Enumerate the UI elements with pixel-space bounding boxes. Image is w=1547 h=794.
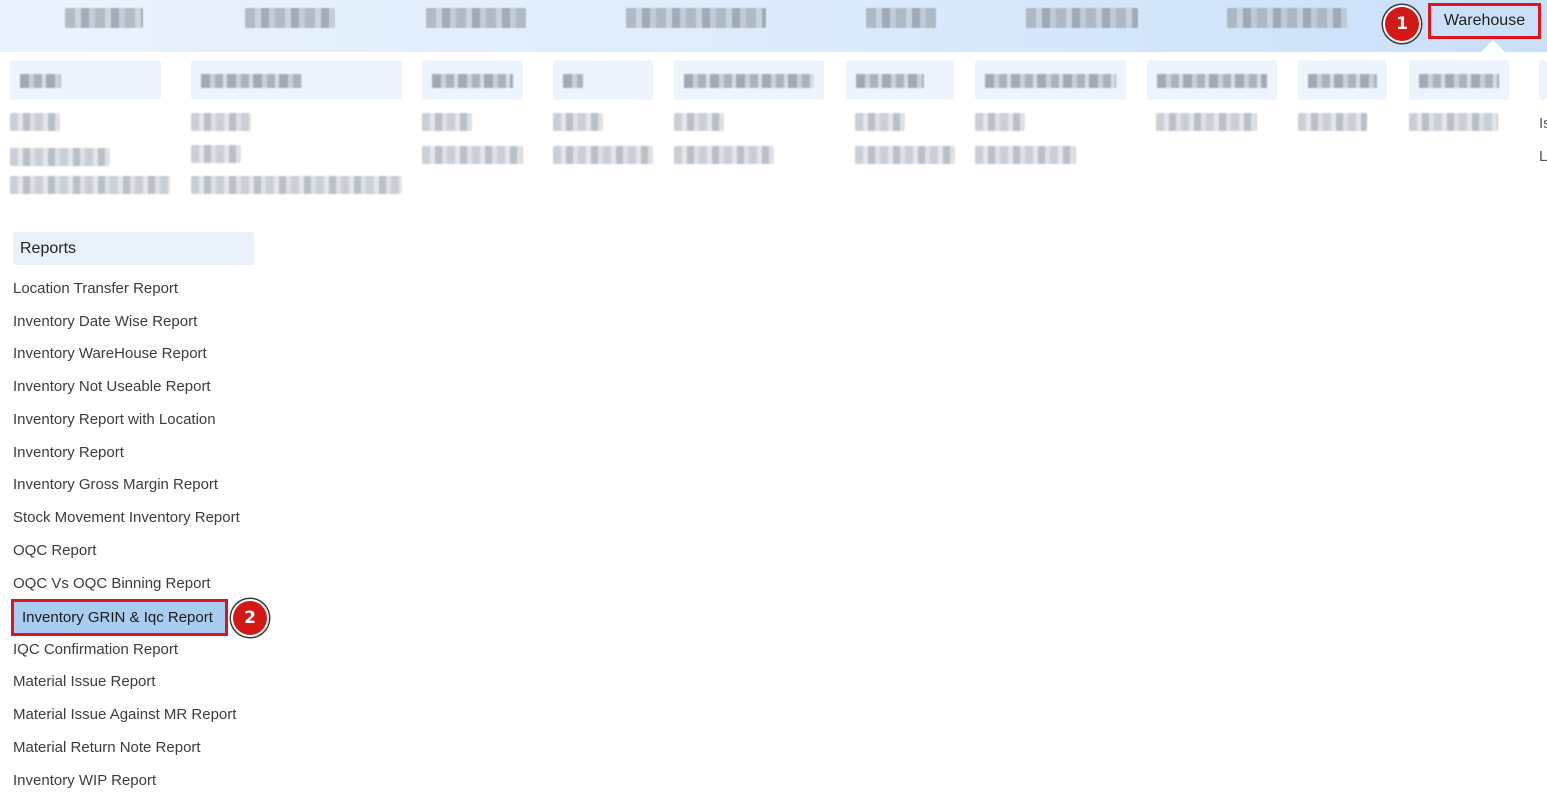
menu-entry-blurred[interactable] xyxy=(191,176,402,194)
menu-column-header xyxy=(846,60,954,100)
menu-entry-blurred[interactable] xyxy=(553,113,603,131)
report-link-inventory[interactable]: Inventory Report xyxy=(13,443,124,463)
step-badge-1: 1 xyxy=(1383,5,1421,43)
nav-item-warehouse[interactable]: Warehouse xyxy=(1428,3,1541,39)
menu-entry-blurred[interactable] xyxy=(1409,113,1498,131)
dropdown-caret xyxy=(1481,40,1505,52)
report-link-oqc[interactable]: OQC Report xyxy=(13,541,96,561)
reports-section-header: Reports xyxy=(13,232,254,265)
menu-entry-blurred[interactable] xyxy=(10,176,170,194)
report-link-label: Inventory GRIN & Iqc Report xyxy=(22,609,213,626)
menu-entry-blurred[interactable] xyxy=(191,113,251,131)
top-nav-bar xyxy=(0,0,1547,52)
nav-item-blurred[interactable] xyxy=(1026,8,1138,28)
reports-header-label: Reports xyxy=(20,239,77,257)
menu-column-header xyxy=(1539,60,1547,100)
menu-entry-blurred[interactable] xyxy=(10,113,60,131)
report-link-inventory-wip[interactable]: Inventory WIP Report xyxy=(13,771,156,791)
menu-entry-blurred[interactable] xyxy=(674,113,724,131)
report-link-inventory-with-location[interactable]: Inventory Report with Location xyxy=(13,410,216,430)
menu-column-header xyxy=(10,60,161,100)
report-link-material-return-note[interactable]: Material Return Note Report xyxy=(13,738,201,758)
nav-item-blurred[interactable] xyxy=(1227,8,1347,28)
report-link-material-issue[interactable]: Material Issue Report xyxy=(13,672,156,692)
menu-entry-blurred[interactable] xyxy=(10,148,110,166)
nav-item-blurred[interactable] xyxy=(65,8,143,28)
menu-column-header xyxy=(674,60,824,100)
report-link-inventory-warehouse[interactable]: Inventory WareHouse Report xyxy=(13,344,207,364)
step-badge-2: 2 xyxy=(231,599,269,637)
menu-column-header xyxy=(1147,60,1277,100)
menu-column-header xyxy=(1298,60,1387,100)
nav-item-blurred[interactable] xyxy=(626,8,766,28)
menu-column-header xyxy=(553,60,653,100)
menu-entry-blurred[interactable] xyxy=(975,113,1025,131)
menu-entry-blurred[interactable] xyxy=(422,146,523,164)
menu-entry-blurred[interactable] xyxy=(855,113,905,131)
menu-entry-blurred[interactable] xyxy=(855,146,955,164)
menu-entry-truncated[interactable]: Is xyxy=(1539,115,1547,132)
menu-entry-blurred[interactable] xyxy=(422,113,472,131)
report-link-iqc-confirmation[interactable]: IQC Confirmation Report xyxy=(13,640,178,660)
menu-entry-blurred[interactable] xyxy=(674,146,774,164)
menu-column-header xyxy=(422,60,523,100)
menu-entry-blurred[interactable] xyxy=(1156,113,1257,131)
report-link-oqc-vs-binning[interactable]: OQC Vs OQC Binning Report xyxy=(13,574,211,594)
report-link-inventory-gross-margin[interactable]: Inventory Gross Margin Report xyxy=(13,475,218,495)
menu-entry-blurred[interactable] xyxy=(1298,113,1367,131)
report-link-location-transfer[interactable]: Location Transfer Report xyxy=(13,279,178,299)
menu-column-header xyxy=(975,60,1126,100)
nav-item-blurred[interactable] xyxy=(245,8,335,28)
menu-entry-truncated[interactable]: L xyxy=(1539,148,1547,165)
report-link-inventory-date-wise[interactable]: Inventory Date Wise Report xyxy=(13,312,197,332)
nav-item-blurred[interactable] xyxy=(866,8,936,28)
report-link-inventory-not-useable[interactable]: Inventory Not Useable Report xyxy=(13,377,211,397)
menu-column-header xyxy=(191,60,402,100)
menu-column-header xyxy=(1409,60,1509,100)
menu-entry-blurred[interactable] xyxy=(975,146,1076,164)
menu-entry-blurred[interactable] xyxy=(191,145,241,163)
report-link-stock-movement[interactable]: Stock Movement Inventory Report xyxy=(13,508,240,528)
report-link-inventory-grin-iqc[interactable]: Inventory GRIN & Iqc Report xyxy=(11,599,228,636)
menu-entry-blurred[interactable] xyxy=(553,146,653,164)
nav-item-blurred[interactable] xyxy=(426,8,526,28)
report-link-material-issue-against-mr[interactable]: Material Issue Against MR Report xyxy=(13,705,236,725)
